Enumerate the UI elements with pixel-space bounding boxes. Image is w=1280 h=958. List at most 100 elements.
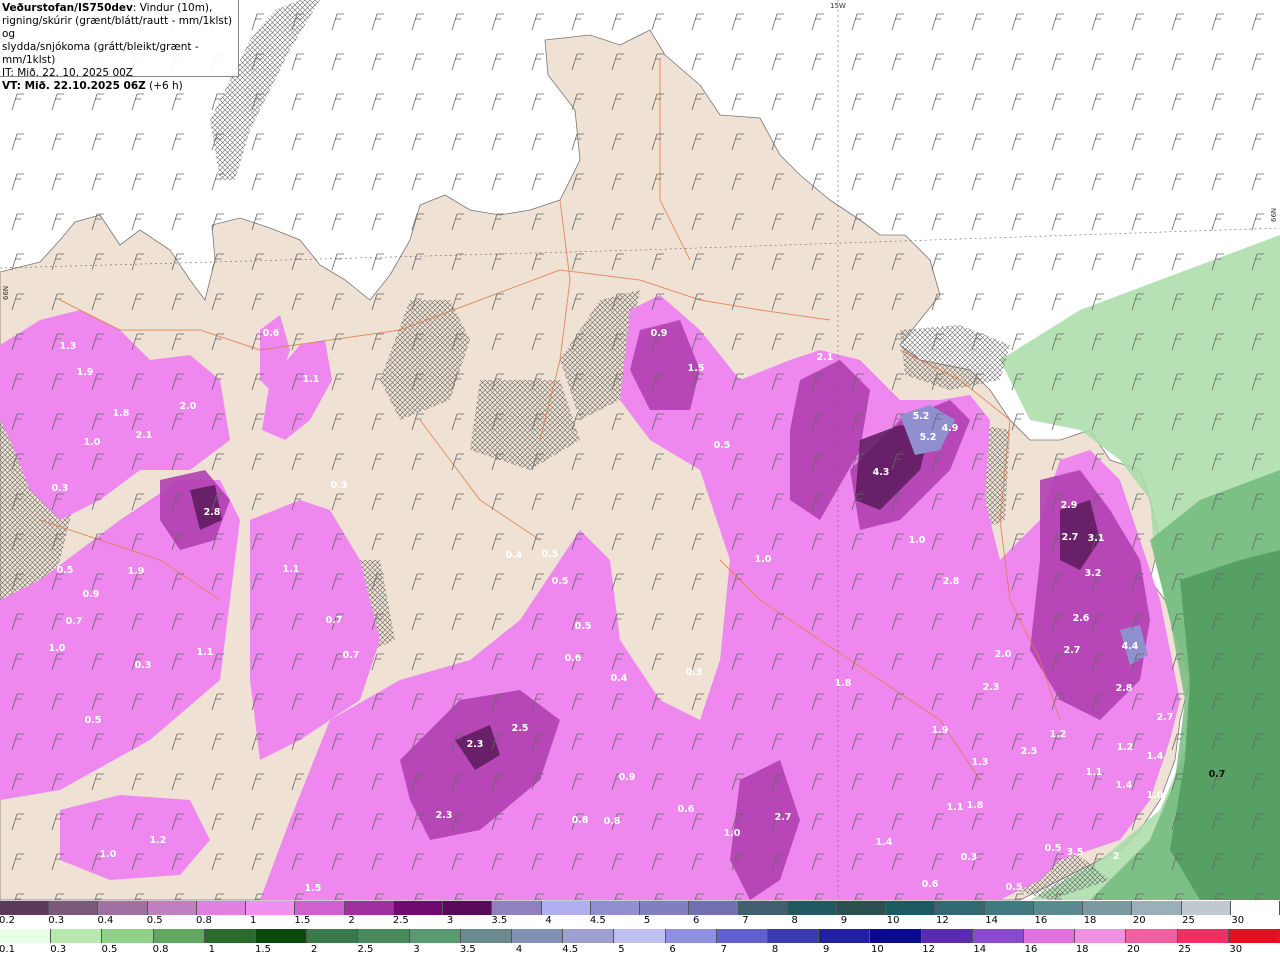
- colorbar-swatch: [393, 901, 444, 915]
- precip-value-label: 1.9: [932, 725, 949, 736]
- precip-value-label: 1.1: [197, 647, 214, 658]
- colorbar-swatch: [935, 901, 985, 915]
- precip-value-label: 0.6: [263, 328, 280, 339]
- colorbar-swatch: [1083, 901, 1133, 915]
- precip-value-label: 5.2: [920, 432, 937, 443]
- snow-colorbar-labels: 0.2 0.3 0.4 0.5 0.8 1 1.5 2 2.5 3 3.5 4 4.5 5 6 7 8 9 10 12…: [0, 915, 1280, 927]
- colorbar-tick-label: 4: [515, 944, 523, 955]
- colorbar-swatch: [921, 929, 973, 943]
- precip-value-label: 3.5: [1067, 847, 1084, 858]
- precip-value-label: 0.9: [83, 589, 100, 600]
- precip-value-label: 4.4: [1122, 641, 1139, 652]
- colorbar-tick-label: 2.5: [392, 915, 409, 926]
- precip-value-label: 0.7: [66, 616, 83, 627]
- precip-value-label: 1.4: [876, 837, 893, 848]
- colorbar-tick-label: 3: [413, 944, 420, 955]
- colorbar-swatch: [1132, 901, 1182, 915]
- precip-value-label: 1.2: [1050, 729, 1067, 740]
- lon-label: 15W: [830, 2, 846, 10]
- precip-value-label: 0.5: [85, 715, 102, 726]
- precip-value-label: 2.7: [775, 812, 792, 823]
- colorbar-tick-label: 30: [1229, 944, 1243, 955]
- precip-value-label: 4.3: [873, 467, 890, 478]
- rain-colorbar: [0, 929, 1280, 943]
- precip-value-label: 1.5: [305, 883, 322, 894]
- colorbar-tick-label: 3.5: [491, 915, 508, 926]
- precip-value-label: 0.3: [52, 483, 69, 494]
- precip-value-label: 2.1: [817, 352, 834, 363]
- colorbar-swatch: [196, 901, 247, 915]
- colorbar-swatch: [886, 901, 936, 915]
- colorbar-swatch: [460, 929, 513, 943]
- colorbar-tick-label: 0.5: [101, 944, 118, 955]
- precip-value-label: 0.5: [1006, 882, 1023, 893]
- precip-value-label: 2.7: [1064, 645, 1081, 656]
- colorbar-tick-label: 20: [1127, 944, 1140, 955]
- colorbar-tick-label: 2: [311, 944, 318, 955]
- precip-value-label: 0.5: [552, 576, 569, 587]
- precip-value-label: 1.1: [947, 802, 964, 813]
- colorbar-tick-label: 10: [886, 915, 900, 926]
- precip-value-label: 1.4: [1116, 780, 1133, 791]
- colorbar-tick-label: 3: [446, 915, 454, 926]
- colorbar-tick-label: 9: [823, 944, 830, 955]
- precip-value-label: 0.5: [575, 621, 592, 632]
- colorbar-tick-label: 8: [791, 915, 798, 926]
- colorbar-swatch: [1033, 901, 1084, 915]
- precip-value-label: 1.1: [303, 374, 320, 385]
- precip-value-label: 1.9: [77, 367, 94, 378]
- colorbar-tick-label: 0.3: [48, 915, 65, 926]
- colorbar-swatch: [1075, 929, 1127, 943]
- colorbar-tick-label: 16: [1034, 915, 1048, 926]
- precip-value-label: 1.8: [967, 800, 984, 811]
- colorbar-swatch: [689, 901, 739, 915]
- colorbar-tick-label: 0.3: [50, 944, 67, 955]
- precip-value-label: 1.3: [972, 757, 989, 768]
- colorbar-swatch: [204, 929, 257, 943]
- colorbar-swatch: [98, 901, 148, 915]
- colorbar-tick-label: 6: [669, 944, 676, 955]
- precip-value-label: 3.1: [1088, 533, 1105, 544]
- colorbar-tick-label: 4: [545, 915, 552, 926]
- rain-colorbar-labels: 0.1 0.3 0.5 0.8 1 1.5 2 2.5 3 3.5 4 4.5 5 6 7 8 9 10 12 14 1…: [0, 944, 1280, 956]
- colorbar-swatch: [590, 901, 641, 915]
- precip-value-label: 2.7: [1062, 532, 1079, 543]
- precip-value-label: 0.9: [651, 328, 668, 339]
- precip-value-label: 0.8: [604, 816, 621, 827]
- colorbar-swatch: [51, 929, 103, 943]
- colorbar-swatch: [49, 901, 99, 915]
- colorbar-swatch: [358, 929, 410, 943]
- valid-time-bold: VT: Mið. 22.10.2025 06Z: [2, 80, 146, 92]
- colorbar-tick-label: 7: [720, 944, 727, 955]
- precip-value-label: 1.0: [1147, 790, 1164, 801]
- precip-value-label: 0.6: [678, 804, 695, 815]
- colorbar-tick-label: 2.5: [357, 944, 374, 955]
- colorbar-tick-label: 25: [1182, 915, 1195, 926]
- precip-value-label: 2.8: [1116, 683, 1133, 694]
- precip-value-label: 1.9: [128, 566, 145, 577]
- precip-value-label: 1.5: [688, 363, 705, 374]
- weather-map[interactable]: 15W 66N 66N 1.3 1.9 1.8 2.0 2.1 1.0 0.3 2.8 0.5 1…: [0, 0, 1280, 958]
- precip-value-label: 2.3: [436, 810, 453, 821]
- colorbar-tick-label: 9: [840, 915, 848, 926]
- colorbar-swatch: [295, 901, 345, 915]
- precip-value-label: 0.5: [714, 440, 731, 451]
- colorbar-tick-label: 8: [771, 944, 779, 955]
- precip-value-label: 1.0: [724, 828, 741, 839]
- precip-value-label: 1.2: [150, 835, 167, 846]
- precip-value-label: 0.9: [619, 772, 636, 783]
- colorbar-tick-label: 0.5: [146, 915, 163, 926]
- colorbar-swatch: [640, 901, 690, 915]
- valid-time-rest: (+6 h): [145, 80, 183, 92]
- precip-value-label: 0.3: [135, 660, 152, 671]
- colorbar-tick-label: 2: [348, 915, 355, 926]
- colorbar-swatch: [1177, 929, 1229, 943]
- precip-value-label: 0.6: [565, 653, 582, 664]
- precip-value-label: 0.3: [686, 667, 703, 678]
- colorbar-swatch: [984, 901, 1034, 915]
- colorbar-swatch: [614, 929, 666, 943]
- precip-value-label: 0.5: [57, 565, 74, 576]
- colorbar-tick-label: 14: [985, 915, 998, 926]
- precip-value-label: 2.6: [1073, 613, 1090, 624]
- precip-value-label: 0.4: [506, 550, 523, 561]
